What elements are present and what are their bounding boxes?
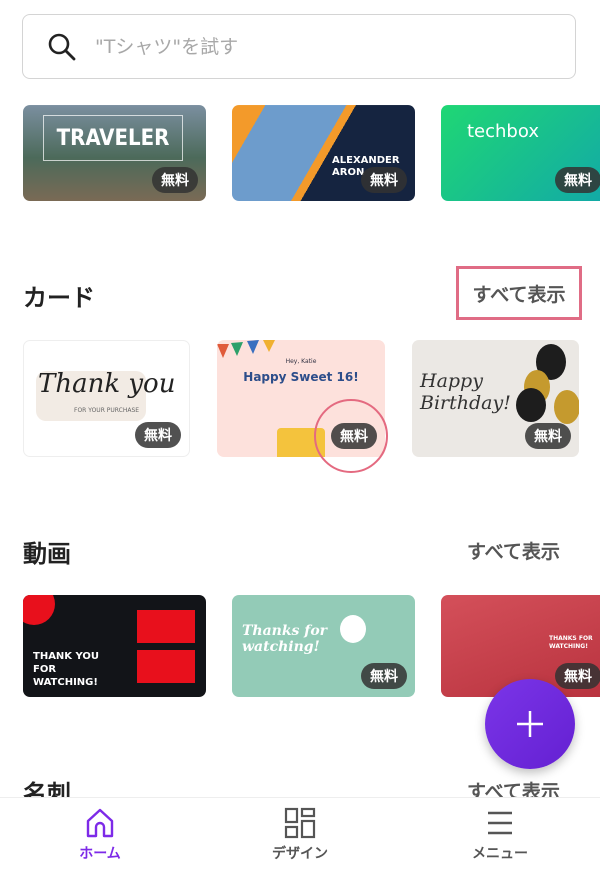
see-all-videos-link[interactable]: すべて表示 xyxy=(467,537,560,564)
search-icon xyxy=(48,33,76,60)
nav-design[interactable]: デザイン xyxy=(200,798,400,871)
thumbnail-title: Happy Sweet 16! xyxy=(243,370,359,384)
card-thumbnail[interactable]: Happy Birthday! 無料 xyxy=(412,340,579,457)
section-title-videos: 動画 xyxy=(23,540,71,568)
see-all-label: すべて表示 xyxy=(472,283,566,306)
nav-home[interactable]: ホーム xyxy=(0,798,200,871)
video-thumbnail[interactable]: THANK YOU FOR WATCHING! xyxy=(23,595,206,697)
highlight-circle xyxy=(314,399,388,473)
nav-label: メニュー xyxy=(472,845,528,862)
create-design-button[interactable] xyxy=(485,679,575,769)
see-all-cards-link[interactable]: すべて表示 xyxy=(456,266,582,320)
nav-label: デザイン xyxy=(272,845,328,862)
nav-menu[interactable]: メニュー xyxy=(400,798,600,871)
card-thumbnail[interactable]: Thank you FOR YOUR PURCHASE 無料 xyxy=(23,340,190,457)
search-bar[interactable] xyxy=(22,14,576,79)
template-thumbnail[interactable]: ALEXANDER ARON 無料 xyxy=(232,105,415,201)
template-thumbnail[interactable]: TRAVELER 無料 xyxy=(23,105,206,201)
thumbnail-title: Thank you xyxy=(38,369,176,399)
thumbnail-title: THANK YOU FOR WATCHING! xyxy=(33,651,100,688)
bottom-nav: ホーム デザイン メニュー xyxy=(0,797,600,871)
thumbnail-title: techbox xyxy=(467,121,539,142)
template-thumbnail[interactable]: techbox 無料 xyxy=(441,105,600,201)
free-badge: 無料 xyxy=(361,663,407,689)
thumbnail-subtitle: FOR YOUR PURCHASE xyxy=(74,407,140,414)
search-input[interactable] xyxy=(95,35,515,58)
video-thumbnail[interactable]: Thanks for watching! 無料 xyxy=(232,595,415,697)
thumbnail-title: THANKS FOR WATCHING! xyxy=(549,635,593,650)
free-badge: 無料 xyxy=(525,423,571,449)
thumbnail-subtitle: Hey, Katie xyxy=(285,358,317,365)
thumbnail-title: Thanks for watching! xyxy=(242,623,328,655)
free-badge: 無料 xyxy=(555,167,600,193)
free-badge: 無料 xyxy=(555,663,600,689)
plus-icon xyxy=(517,711,543,737)
free-badge: 無料 xyxy=(152,167,198,193)
home-icon xyxy=(86,808,114,837)
section-title-cards: カード xyxy=(23,284,95,312)
thumbnail-title: TRAVELER xyxy=(43,115,183,161)
free-badge: 無料 xyxy=(135,422,181,448)
scroll-fade xyxy=(0,92,600,106)
thumbnail-title: Happy Birthday! xyxy=(420,370,511,414)
nav-label: ホーム xyxy=(79,845,121,862)
free-badge: 無料 xyxy=(361,167,407,193)
grid-icon xyxy=(284,807,316,838)
menu-icon xyxy=(488,811,512,834)
